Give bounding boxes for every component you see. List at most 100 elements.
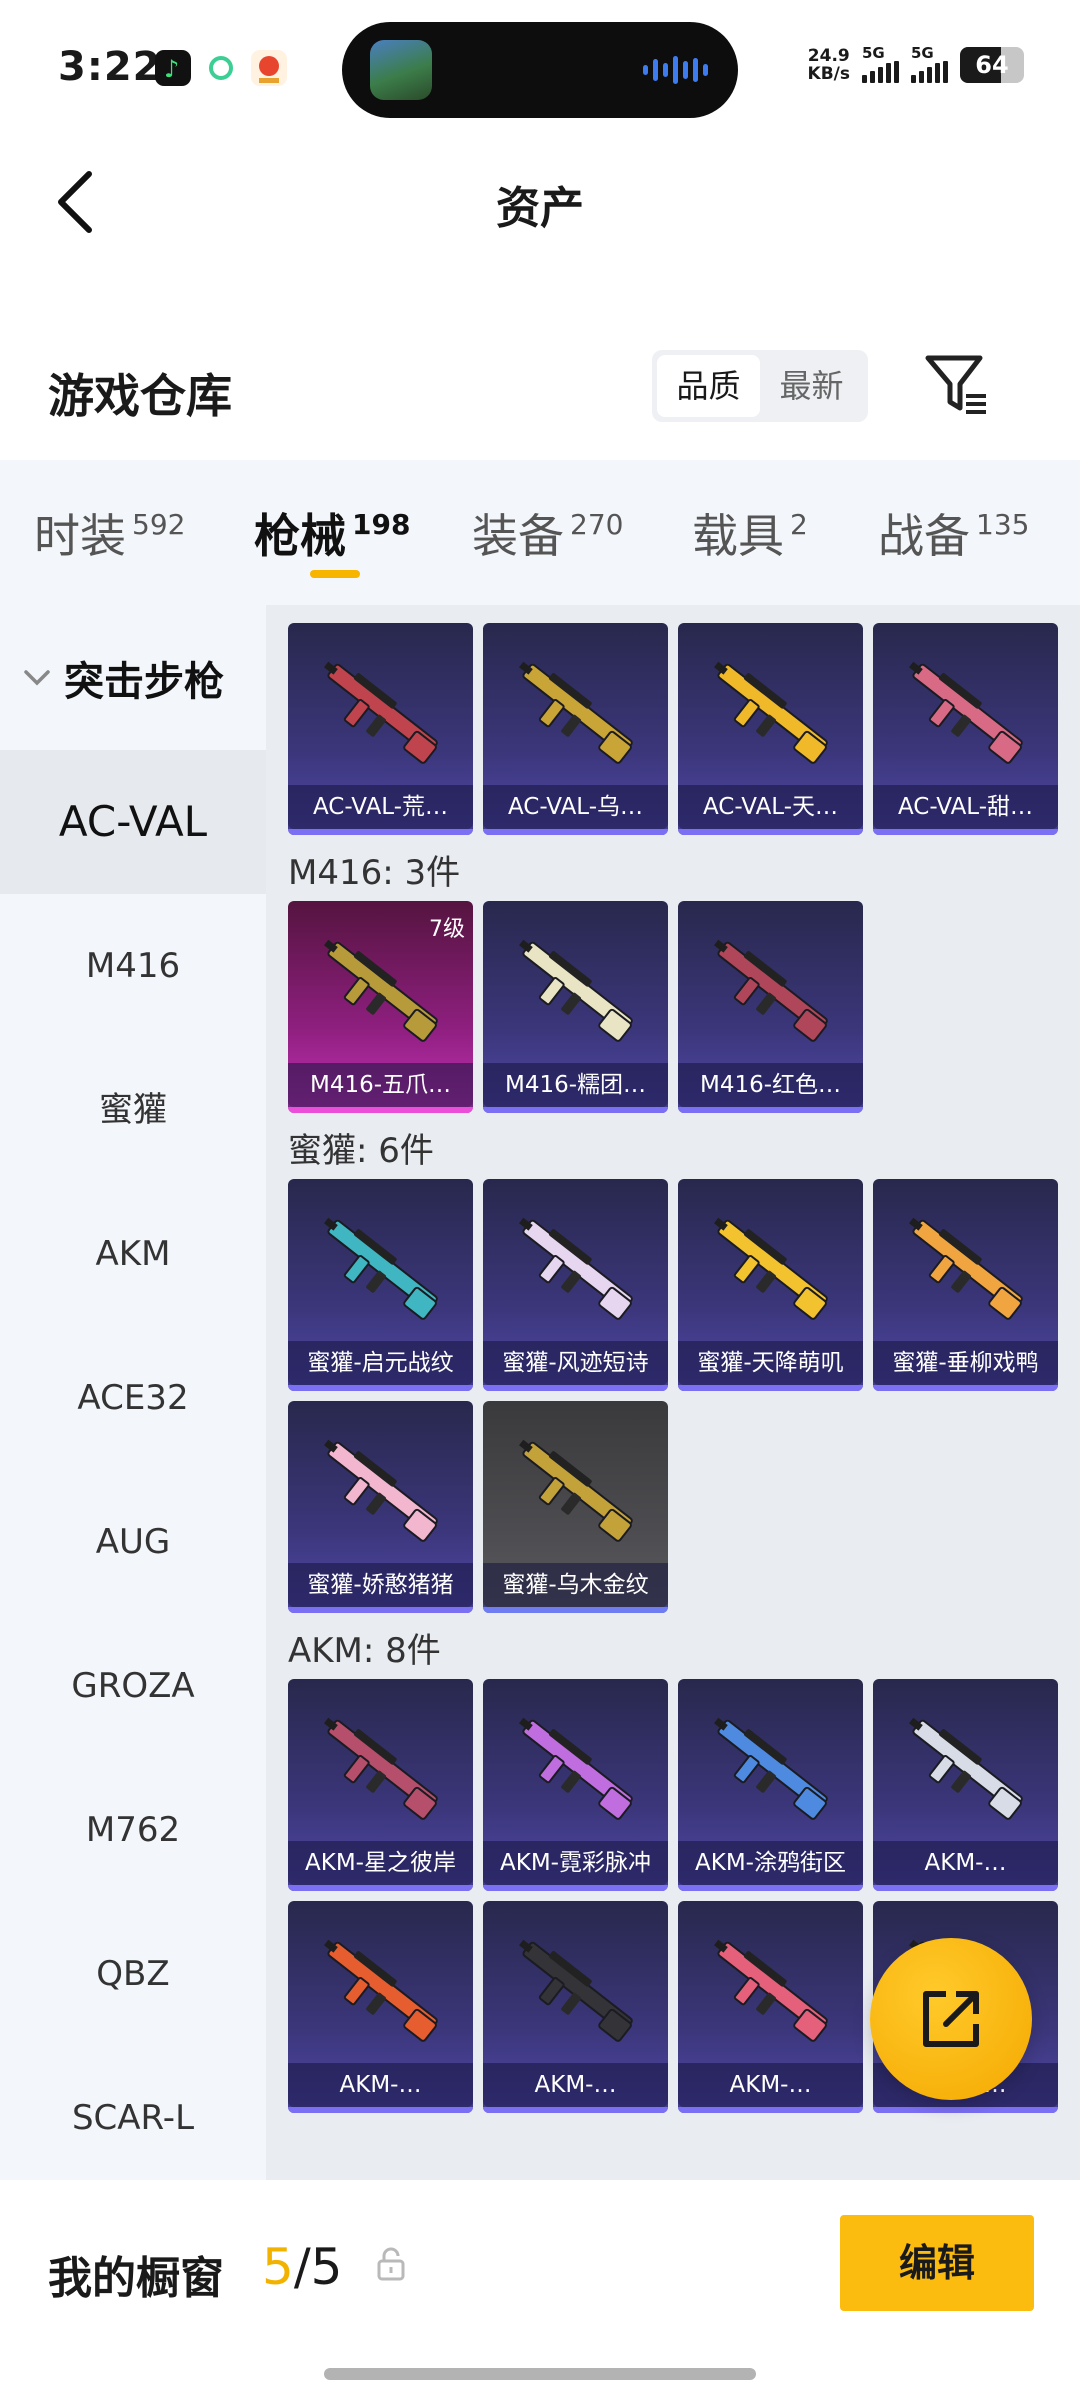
notification-icons: ♪: [155, 50, 287, 86]
weapon-name: AKM-涂鸦街区: [695, 1850, 846, 1876]
showcase-count-current: 5: [262, 2238, 294, 2296]
svg-text:♪: ♪: [164, 55, 179, 83]
sidebar-item-ac-val[interactable]: AC-VAL: [0, 750, 266, 894]
sidebar-item-ace32[interactable]: ACE32: [0, 1326, 266, 1470]
sort-toggle: 品质 最新: [652, 350, 868, 422]
weapon-card[interactable]: AKM-…: [873, 1679, 1058, 1891]
weapon-name: AKM-霓彩脉冲: [500, 1850, 651, 1876]
share-button[interactable]: [870, 1938, 1032, 2100]
tab-count: 198: [352, 508, 411, 541]
weapon-card[interactable]: M416-糯团…: [483, 901, 668, 1113]
category-tabs: 时装 592 枪械 198 装备 270 载具 2 战备 135: [0, 460, 1080, 605]
status-time: 3:22: [58, 44, 162, 90]
tab-vehicles[interactable]: 载具 2: [692, 500, 808, 566]
page-title: 资产: [496, 183, 584, 234]
sidebar-item-akm[interactable]: AKM: [0, 1182, 266, 1326]
sort-option-newest[interactable]: 最新: [760, 355, 863, 417]
tab-equipment[interactable]: 装备 270: [472, 500, 623, 566]
weapon-card[interactable]: AC-VAL-乌…: [483, 623, 668, 835]
showcase-count-total: 5: [310, 2238, 343, 2296]
weapon-card[interactable]: AKM-霓彩脉冲: [483, 1679, 668, 1891]
lock-icon[interactable]: [376, 2246, 406, 2282]
sidebar-group-assault-rifles[interactable]: 突击步枪: [0, 605, 266, 750]
weapon-card[interactable]: AC-VAL-甜…: [873, 623, 1058, 835]
weapon-art-icon: [714, 661, 828, 764]
weapon-card[interactable]: 蜜獾-娇憨猪猪: [288, 1401, 473, 1613]
weapon-art-icon: [909, 661, 1023, 764]
weapon-name: AC-VAL-荒…: [312, 794, 449, 820]
tab-count: 2: [790, 508, 808, 541]
section-heading: 蜜獾: 6件: [288, 1131, 434, 1171]
tab-tactical[interactable]: 战备 135: [878, 500, 1029, 566]
sidebar-item-scar-l[interactable]: SCAR-L: [0, 2046, 266, 2190]
tab-outfits[interactable]: 时装 592: [34, 500, 185, 566]
weapon-card[interactable]: AC-VAL-荒…: [288, 623, 473, 835]
showcase-title: 我的橱窗: [48, 2253, 224, 2304]
edit-button[interactable]: 编辑: [840, 2215, 1034, 2311]
weapon-card[interactable]: 蜜獾-垂柳戏鸭: [873, 1179, 1058, 1391]
section-heading: M416: 3件: [288, 853, 461, 893]
level-badge: 7级: [429, 917, 465, 942]
weapon-art-icon: [714, 939, 828, 1042]
dynamic-island[interactable]: [342, 22, 738, 118]
weapon-name: AKM-…: [534, 2072, 617, 2098]
sidebar-item-m416[interactable]: M416: [0, 894, 266, 1038]
weapon-name: AKM-…: [924, 1850, 1007, 1876]
active-tab-indicator: [310, 570, 360, 578]
sidebar-group-label: 突击步枪: [64, 658, 224, 705]
weapon-name: AC-VAL-乌…: [507, 794, 644, 820]
sidebar-item-groza[interactable]: GROZA: [0, 1614, 266, 1758]
sort-option-quality[interactable]: 品质: [657, 355, 760, 417]
weapon-name: M416-糯团…: [504, 1072, 647, 1098]
weapon-name: 蜜獾-乌木金纹: [502, 1572, 649, 1598]
weapon-name: 蜜獾-天降萌叽: [697, 1350, 844, 1376]
showcase-count-separator: /: [293, 2238, 311, 2296]
weapon-card[interactable]: 蜜獾-天降萌叽: [678, 1179, 863, 1391]
grid-row: AC-VAL-荒… AC-VAL-乌… AC-VAL-天… AC-VAL-甜…: [266, 623, 1080, 835]
home-indicator[interactable]: [324, 2368, 756, 2380]
weapon-name: 蜜獾-风迹短诗: [502, 1350, 649, 1376]
weapon-card[interactable]: M416-红色…: [678, 901, 863, 1113]
grid-row: 蜜獾-启元战纹 蜜獾-风迹短诗 蜜獾-天降萌叽 蜜獾-垂柳戏鸭: [266, 1179, 1080, 1391]
media-thumbnail: [370, 40, 432, 100]
sidebar-item-honey-badger[interactable]: 蜜獾: [0, 1038, 266, 1182]
weapon-name: AC-VAL-甜…: [897, 794, 1034, 820]
weapon-name: M416-五爪…: [309, 1072, 452, 1098]
sidebar-item-m762[interactable]: M762: [0, 1758, 266, 1902]
weapon-card[interactable]: AKM-涂鸦街区: [678, 1679, 863, 1891]
status-bar: 3:22 ♪ 24.9 KB/s 5G 5G 64: [0, 0, 1080, 140]
weapon-card[interactable]: AKM-星之彼岸: [288, 1679, 473, 1891]
showcase-bar: 我的橱窗 5/5 编辑: [0, 2180, 1080, 2400]
weapon-card[interactable]: 蜜獾-乌木金纹: [483, 1401, 668, 1613]
weapon-art-icon: [324, 1439, 438, 1542]
network-speed-unit: KB/s: [807, 63, 850, 84]
weapon-art-icon: [714, 1217, 828, 1320]
tab-label: 枪械: [254, 509, 346, 563]
weapon-art-icon: [909, 1217, 1023, 1320]
weapon-card[interactable]: 蜜獾-启元战纹: [288, 1179, 473, 1391]
weapon-card[interactable]: 7级 M416-五爪…: [288, 901, 473, 1113]
tab-weapons[interactable]: 枪械 198: [254, 500, 410, 566]
share-external-icon: [923, 1991, 979, 2047]
warehouse-header: 游戏仓库 品质 最新: [0, 340, 1080, 440]
sidebar-item-aug[interactable]: AUG: [0, 1470, 266, 1614]
weapon-card[interactable]: AC-VAL-天…: [678, 623, 863, 835]
status-indicators: 24.9 KB/s 5G 5G 64: [808, 46, 1024, 83]
weapon-card[interactable]: AKM-…: [288, 1901, 473, 2113]
weapon-art-icon: [324, 1939, 438, 2042]
app-header: 资产: [0, 140, 1080, 260]
audio-wave-icon: [643, 55, 708, 85]
weapon-card[interactable]: 蜜獾-风迹短诗: [483, 1179, 668, 1391]
music-app-icon: ♪: [155, 50, 191, 86]
weapon-card[interactable]: AKM-…: [678, 1901, 863, 2113]
weapon-art-icon: [714, 1717, 828, 1820]
filter-icon: [925, 355, 986, 414]
section-heading: AKM: 8件: [288, 1631, 441, 1671]
weapon-card[interactable]: AKM-…: [483, 1901, 668, 2113]
gov-app-icon: [251, 50, 287, 86]
signal-1: 5G: [862, 46, 899, 83]
sidebar-item-qbz[interactable]: QBZ: [0, 1902, 266, 2046]
battery-icon: 64: [960, 46, 1024, 83]
filter-button[interactable]: [922, 350, 992, 420]
tab-count: 135: [976, 508, 1030, 541]
